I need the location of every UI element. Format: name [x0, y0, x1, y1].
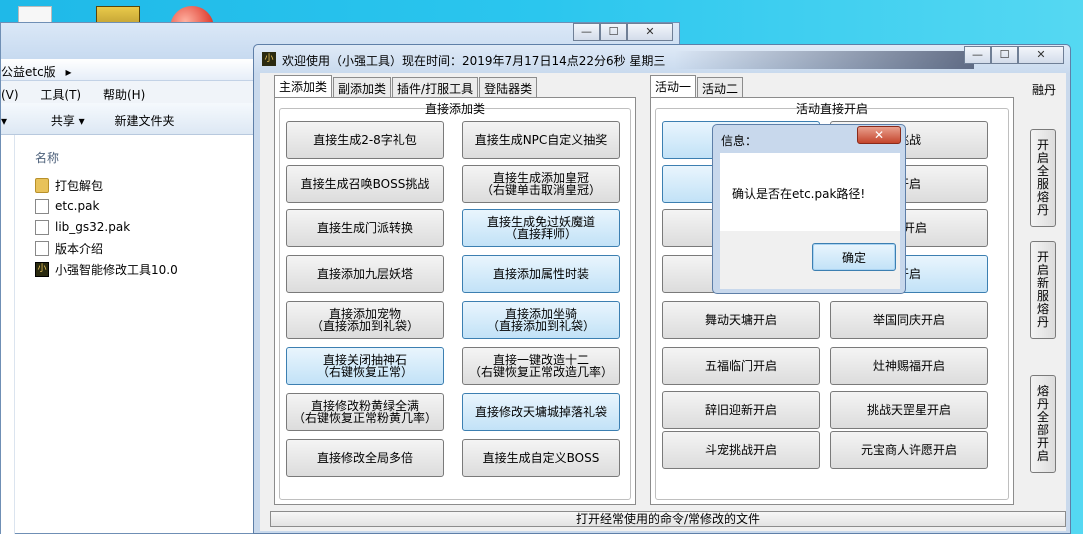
activity-button-9[interactable]: 舞动天墉开启 — [662, 301, 820, 339]
open-common-files-bar[interactable]: 打开经常使用的命令/常修改的文件 — [270, 511, 1066, 527]
file-icon — [35, 219, 49, 235]
left-button-7[interactable]: 直接添加九层妖塔 — [286, 255, 444, 293]
activity-button-15[interactable]: 斗宠挑战开启 — [662, 431, 820, 469]
document-icon — [35, 240, 49, 256]
dialog-message: 确认是否在etc.pak路径! — [732, 187, 866, 201]
left-button-11[interactable]: 直接关闭抽神石 （右键恢复正常） — [286, 347, 444, 385]
minimize-button[interactable]: — — [573, 23, 600, 41]
open-server-danfu-button[interactable]: 开启全服熔丹 — [1030, 129, 1056, 227]
address-path: 公益etc版 — [1, 65, 56, 79]
group-title: 活动直接开启 — [795, 102, 868, 116]
menu-help[interactable]: 帮助(H) — [103, 88, 145, 102]
activity-button-11[interactable]: 五福临门开启 — [662, 347, 820, 385]
new-folder-button[interactable]: 新建文件夹 — [115, 114, 175, 128]
left-button-10[interactable]: 直接添加坐骑 （直接添加到礼袋） — [462, 301, 620, 339]
list-item[interactable]: 小小强智能修改工具10.0 — [35, 260, 178, 278]
list-item[interactable]: lib_gs32.pak — [35, 218, 130, 236]
left-button-16[interactable]: 直接生成自定义BOSS — [462, 439, 620, 477]
left-button-2[interactable]: 直接生成NPC自定义抽奖 — [462, 121, 620, 159]
window-title: 欢迎使用（小强工具）现在时间：2019年7月17日14点22分6秒 星期三 — [282, 54, 666, 68]
open-new-server-danfu-button[interactable]: 开启新服熔丹 — [1030, 241, 1056, 339]
folder-icon — [35, 177, 49, 193]
close-button[interactable]: ✕ — [627, 23, 673, 41]
left-button-12[interactable]: 直接一键改造十二 （右键恢复正常改造几率） — [462, 347, 620, 385]
dialog-body: 确认是否在etc.pak路径! — [720, 153, 900, 231]
left-button-4[interactable]: 直接生成添加皇冠 （右键单击取消皇冠） — [462, 165, 620, 203]
menu-view[interactable]: (V) — [1, 88, 19, 102]
menu-tools[interactable]: 工具(T) — [40, 88, 81, 102]
activity-button-14[interactable]: 挑战天罡星开启 — [830, 391, 988, 429]
group-title: 直接添加类 — [424, 102, 485, 116]
dialog-title: 信息： — [721, 134, 758, 148]
right-tab-strip: 活动一 活动二 — [650, 75, 744, 97]
maximize-button[interactable]: ☐ — [991, 46, 1018, 64]
confirm-dialog: 信息： ✕ 确认是否在etc.pak路径! 确定 — [712, 124, 906, 294]
left-button-14[interactable]: 直接修改天墉城掉落礼袋 — [462, 393, 620, 431]
close-button[interactable]: ✕ — [1018, 46, 1064, 64]
list-item[interactable]: 版本介绍 — [35, 239, 103, 257]
list-item[interactable]: 打包解包 — [35, 176, 103, 194]
menu-bar: (V) 工具(T) 帮助(H) — [1, 81, 261, 103]
dialog-close-button[interactable]: ✕ — [857, 126, 901, 144]
tab-launcher[interactable]: 登陆器类 — [479, 77, 538, 97]
tab-activity-1[interactable]: 活动一 — [650, 75, 697, 97]
tab-activity-2[interactable]: 活动二 — [697, 77, 744, 97]
left-button-5[interactable]: 直接生成门派转换 — [286, 209, 444, 247]
file-icon — [35, 198, 49, 214]
danfu-all-open-button[interactable]: 熔丹全部开启 — [1030, 375, 1056, 473]
app-icon: 小 — [35, 261, 49, 277]
app-logo-icon: 小 — [262, 52, 276, 66]
chevron-right-icon[interactable]: ▸ — [66, 65, 72, 79]
minimize-button[interactable]: — — [964, 46, 991, 64]
maximize-button[interactable]: ☐ — [600, 23, 627, 41]
navigation-pane[interactable] — [1, 135, 15, 534]
list-item[interactable]: etc.pak — [35, 197, 99, 215]
left-button-9[interactable]: 直接添加宠物 （直接添加到礼袋） — [286, 301, 444, 339]
titlebar-shade — [674, 51, 974, 69]
left-tab-strip: 主添加类 副添加类 插件/打服工具 登陆器类 — [274, 75, 538, 97]
tool-client-area: 主添加类 副添加类 插件/打服工具 登陆器类 直接添加类 直接生成2-8字礼包直… — [260, 73, 1066, 531]
left-button-3[interactable]: 直接生成召唤BOSS挑战 — [286, 165, 444, 203]
column-header-name[interactable]: 名称 — [35, 149, 59, 166]
activity-button-13[interactable]: 辞旧迎新开启 — [662, 391, 820, 429]
left-button-8[interactable]: 直接添加属性时装 — [462, 255, 620, 293]
activity-button-16[interactable]: 元宝商人许愿开启 — [830, 431, 988, 469]
address-bar[interactable]: 公益etc版 ▸ — [1, 59, 261, 81]
left-button-6[interactable]: 直接生成免过妖魔道 （直接拜师） — [462, 209, 620, 247]
command-bar: ▾ 共享 ▾ 新建文件夹 — [1, 103, 261, 135]
tab-sub-add[interactable]: 副添加类 — [333, 77, 392, 97]
left-button-15[interactable]: 直接修改全局多倍 — [286, 439, 444, 477]
tab-plugins[interactable]: 插件/打服工具 — [392, 77, 479, 97]
dialog-footer: 确定 — [720, 231, 900, 289]
tool-titlebar[interactable]: 小 欢迎使用（小强工具）现在时间：2019年7月17日14点22分6秒 星期三 … — [254, 45, 1070, 73]
tool-window: 小 欢迎使用（小强工具）现在时间：2019年7月17日14点22分6秒 星期三 … — [253, 44, 1071, 534]
side-title: 融丹 — [1031, 83, 1056, 97]
organize-dropdown[interactable]: ▾ — [1, 114, 7, 128]
activity-button-12[interactable]: 灶神赐福开启 — [830, 347, 988, 385]
left-button-1[interactable]: 直接生成2-8字礼包 — [286, 121, 444, 159]
share-button[interactable]: 共享 ▾ — [51, 114, 85, 128]
tab-main-add[interactable]: 主添加类 — [274, 75, 333, 97]
ok-button[interactable]: 确定 — [812, 243, 896, 271]
left-button-13[interactable]: 直接修改粉黄绿全满 （右键恢复正常粉黄几率） — [286, 393, 444, 431]
activity-button-10[interactable]: 举国同庆开启 — [830, 301, 988, 339]
